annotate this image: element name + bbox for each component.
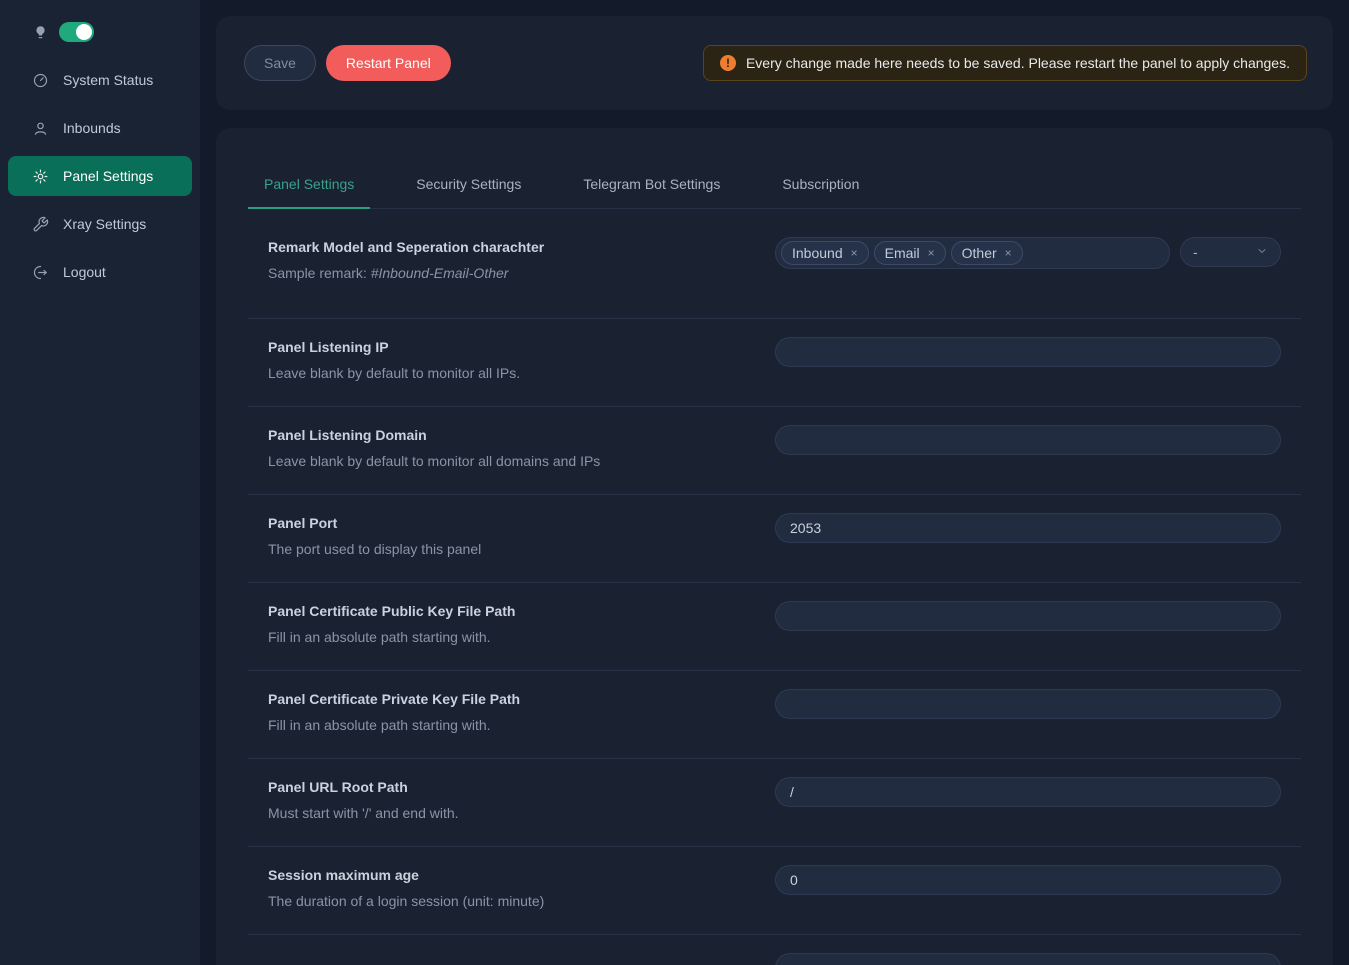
sample-remark-value: #Inbound-Email-Other	[371, 265, 509, 281]
sidebar-item-logout[interactable]: Logout	[8, 252, 192, 292]
separator-select[interactable]: -	[1180, 237, 1281, 267]
restart-panel-button[interactable]: Restart Panel	[326, 45, 451, 81]
form-row-input-area	[775, 513, 1281, 543]
tab-panel-settings[interactable]: Panel Settings	[248, 154, 370, 208]
form-row-title: Session maximum age	[268, 865, 745, 885]
main-content: Save Restart Panel ! Every change made h…	[200, 0, 1349, 965]
form-row-label: Panel URL Root Path Must start with '/' …	[268, 777, 775, 823]
form-row-label: Panel Port The port used to display this…	[268, 513, 775, 559]
form-row: Panel Certificate Private Key File Path …	[248, 671, 1301, 759]
form-row-subtitle: Must start with '/' and end with.	[268, 803, 745, 823]
tag-other: Other×	[951, 241, 1023, 265]
separator-select-value: -	[1193, 244, 1198, 260]
toggle-knob	[76, 24, 92, 40]
tag-remove-icon[interactable]: ×	[1005, 246, 1012, 260]
form-row-title: Remark Model and Seperation charachter	[268, 237, 745, 257]
form-row-input-area	[775, 777, 1281, 807]
sidebar-item-label: Panel Settings	[63, 168, 153, 184]
form-row-label: Panel Listening Domain Leave blank by de…	[268, 425, 775, 471]
form-row-subtitle: Fill in an absolute path starting with.	[268, 715, 745, 735]
tab-security-settings[interactable]: Security Settings	[400, 154, 537, 208]
form-row-label: Panel Certificate Private Key File Path …	[268, 689, 775, 735]
form-row-subtitle: The port used to display this panel	[268, 539, 745, 559]
logout-icon	[32, 264, 49, 281]
tag-inbound: Inbound×	[781, 241, 869, 265]
panel-port-input[interactable]	[775, 513, 1281, 543]
sidebar-item-panel-settings[interactable]: Panel Settings	[8, 156, 192, 196]
action-toolbar: Save Restart Panel ! Every change made h…	[216, 16, 1333, 110]
tag-remove-icon[interactable]: ×	[851, 246, 858, 260]
form-row-title: Panel Port	[268, 513, 745, 533]
form-row-input-area	[775, 337, 1281, 367]
sidebar-item-inbounds[interactable]: Inbounds	[8, 108, 192, 148]
sidebar-item-system-status[interactable]: System Status	[8, 60, 192, 100]
sidebar-item-xray-settings[interactable]: Xray Settings	[8, 204, 192, 244]
form-row-subtitle: The duration of a login session (unit: m…	[268, 891, 745, 911]
sidebar: System Status Inbounds Panel Settings Xr…	[0, 0, 200, 965]
form-row: Panel Listening IP Leave blank by defaul…	[248, 319, 1301, 407]
sidebar-item-label: Xray Settings	[63, 216, 146, 232]
sidebar-item-label: System Status	[63, 72, 153, 88]
panel-listening-domain-input[interactable]	[775, 425, 1281, 455]
sidebar-nav: System Status Inbounds Panel Settings Xr…	[8, 60, 192, 292]
warning-icon: !	[720, 55, 736, 71]
form-row-title: Panel Certificate Public Key File Path	[268, 601, 745, 621]
form-row-input-area	[775, 601, 1281, 631]
form-row-label: Remark Model and Seperation charachter S…	[268, 237, 775, 283]
toolbar-buttons: Save Restart Panel	[244, 45, 451, 81]
chevron-down-icon	[1256, 244, 1268, 260]
settings-card: Panel Settings Security Settings Telegra…	[216, 128, 1333, 965]
panel-certificate-private-key-file-path-input[interactable]	[775, 689, 1281, 719]
form-row-title: Panel Listening Domain	[268, 425, 745, 445]
form-row: Remark Model and Seperation charachter S…	[248, 209, 1301, 319]
gear-icon	[32, 168, 49, 185]
panel-url-root-path-input[interactable]	[775, 777, 1281, 807]
form-row-input-area	[775, 689, 1281, 719]
settings-tabs: Panel Settings Security Settings Telegra…	[248, 154, 1301, 209]
settings-form: Remark Model and Seperation charachter S…	[248, 209, 1301, 965]
tag-email: Email×	[874, 241, 946, 265]
form-row: Session maximum age The duration of a lo…	[248, 847, 1301, 935]
sidebar-item-label: Inbounds	[63, 120, 121, 136]
form-row-subtitle: Leave blank by default to monitor all do…	[268, 451, 745, 471]
tab-subscription[interactable]: Subscription	[766, 154, 875, 208]
dashboard-icon	[32, 72, 49, 89]
form-row-title: Panel Listening IP	[268, 337, 745, 357]
form-row-input-area	[775, 425, 1281, 455]
form-row-label	[268, 953, 775, 959]
form-row-label: Panel Listening IP Leave blank by defaul…	[268, 337, 775, 383]
panel-certificate-public-key-file-path-input[interactable]	[775, 601, 1281, 631]
form-row-title: Panel URL Root Path	[268, 777, 745, 797]
warning-alert-text: Every change made here needs to be saved…	[746, 55, 1290, 71]
sidebar-item-label: Logout	[63, 264, 106, 280]
form-row: Panel Listening Domain Leave blank by de…	[248, 407, 1301, 495]
warning-alert: ! Every change made here needs to be sav…	[703, 45, 1307, 81]
tag-remove-icon[interactable]: ×	[928, 246, 935, 260]
form-row-subtitle: Fill in an absolute path starting with.	[268, 627, 745, 647]
form-row: Panel URL Root Path Must start with '/' …	[248, 759, 1301, 847]
form-row-title: Panel Certificate Private Key File Path	[268, 689, 745, 709]
form-row	[248, 935, 1301, 965]
form-row: Panel Port The port used to display this…	[248, 495, 1301, 583]
remark-model-tag-input[interactable]: Inbound×Email×Other×	[775, 237, 1170, 269]
form-row-subtitle: Leave blank by default to monitor all IP…	[268, 363, 745, 383]
panel-listening-ip-input[interactable]	[775, 337, 1281, 367]
form-row-input-area	[775, 865, 1281, 895]
form-row-input-area: Inbound×Email×Other× -	[775, 237, 1281, 269]
save-button[interactable]: Save	[244, 45, 316, 81]
theme-toggle-row	[8, 22, 192, 42]
lightbulb-icon	[32, 24, 49, 41]
tab-telegram-bot-settings[interactable]: Telegram Bot Settings	[567, 154, 736, 208]
form-row: Panel Certificate Public Key File Path F…	[248, 583, 1301, 671]
text-input[interactable]	[775, 953, 1281, 965]
form-row-input-area	[775, 953, 1281, 965]
form-row-label: Panel Certificate Public Key File Path F…	[268, 601, 775, 647]
form-row-label: Session maximum age The duration of a lo…	[268, 865, 775, 911]
wrench-icon	[32, 216, 49, 233]
form-row-subtitle: Sample remark: #Inbound-Email-Other	[268, 263, 745, 283]
session-maximum-age-input[interactable]	[775, 865, 1281, 895]
user-icon	[32, 120, 49, 137]
dark-mode-toggle[interactable]	[59, 22, 94, 42]
